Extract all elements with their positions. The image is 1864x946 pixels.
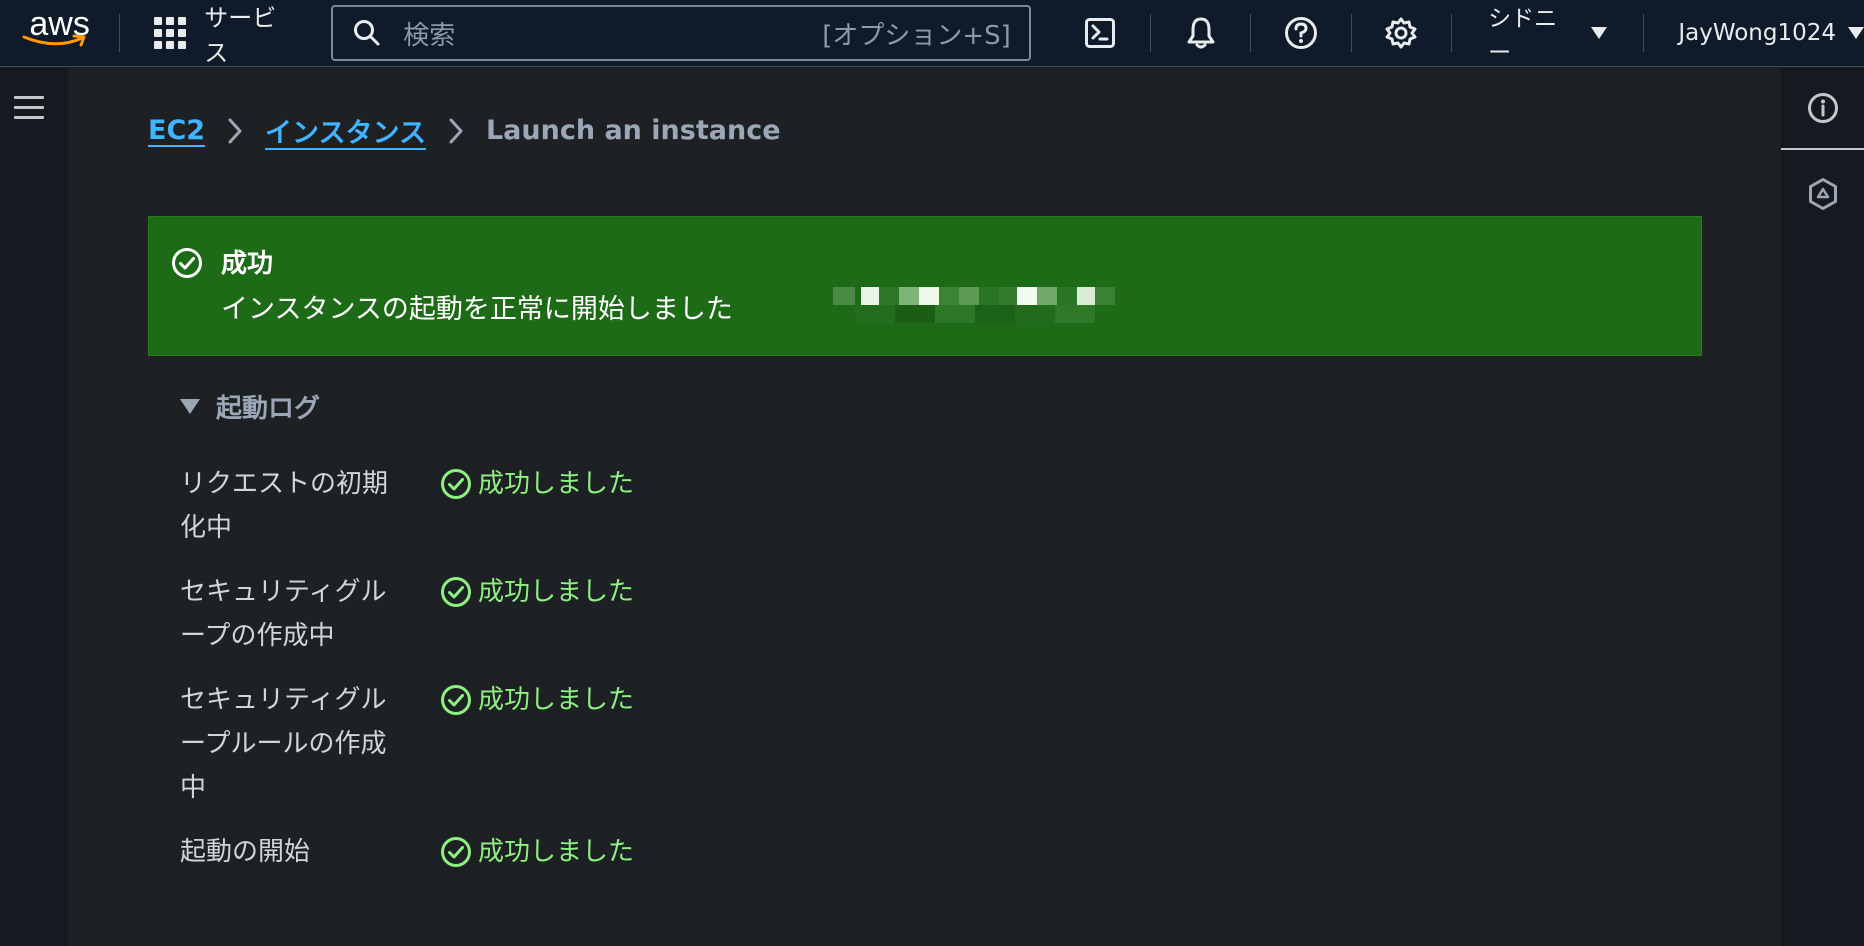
- chevron-right-icon: [448, 117, 464, 145]
- launch-log-title: 起動ログ: [216, 394, 321, 424]
- success-check-icon: [171, 247, 203, 283]
- search-shortcut-hint: [オプション+S]: [822, 20, 1011, 51]
- cloudshell-icon: [1085, 18, 1116, 48]
- chevron-right-icon: [227, 117, 243, 145]
- log-entry-status: 成功しました: [440, 570, 634, 614]
- flash-title: 成功: [221, 249, 274, 279]
- log-entry-status: 成功しました: [440, 678, 634, 722]
- region-label: シドニー: [1488, 6, 1558, 66]
- top-navigation: aws サービス 検索 [オプション+S] シドニー JayWong1024: [0, 0, 1864, 67]
- breadcrumb-instances-link[interactable]: インスタンス: [265, 111, 426, 150]
- success-check-icon: [441, 837, 471, 867]
- settings-button[interactable]: [1352, 0, 1451, 67]
- breadcrumb-current: Launch an instance: [485, 115, 781, 146]
- success-check-icon: [441, 469, 471, 499]
- user-label: JayWong1024: [1678, 20, 1837, 46]
- bell-icon: [1187, 17, 1215, 49]
- info-icon: [1807, 93, 1838, 123]
- breadcrumb-ec2-link[interactable]: EC2: [148, 115, 205, 146]
- launch-log-toggle[interactable]: 起動ログ: [180, 388, 320, 425]
- caret-down-icon: [1848, 27, 1864, 39]
- right-tools-rail: [1781, 68, 1864, 946]
- caret-down-icon: [1591, 27, 1608, 39]
- log-entry-label: セキュリティグループの作成中: [180, 577, 387, 651]
- caret-down-icon: [180, 399, 200, 414]
- region-selector[interactable]: シドニー: [1452, 0, 1643, 67]
- launch-log-section: 起動ログ: [180, 388, 320, 425]
- services-grid-icon: [154, 17, 187, 49]
- log-entry-label: リクエストの初期化中: [180, 469, 389, 543]
- flash-message: インスタンスの起動を正常に開始しました: [221, 294, 733, 325]
- notifications-button[interactable]: [1151, 0, 1250, 67]
- log-entry-status: 成功しました: [440, 830, 634, 874]
- search-placeholder: 検索: [403, 20, 456, 51]
- cloudshell-button[interactable]: [1051, 0, 1150, 67]
- hexagon-icon: [1808, 178, 1837, 210]
- log-entry-status-text: 成功しました: [478, 577, 635, 607]
- search-icon: [353, 19, 381, 47]
- aws-logo[interactable]: aws: [0, 0, 119, 67]
- help-icon: [1285, 17, 1318, 49]
- log-entry-status-text: 成功しました: [478, 469, 635, 499]
- breadcrumb: EC2 インスタンス Launch an instance: [148, 111, 781, 150]
- info-panel-button[interactable]: [1781, 68, 1864, 150]
- services-label: サービス: [204, 4, 277, 67]
- user-menu[interactable]: JayWong1024: [1644, 0, 1864, 67]
- log-entry-status-text: 成功しました: [478, 837, 635, 867]
- log-entry-label: 起動の開始: [180, 837, 311, 867]
- gear-icon: [1385, 17, 1417, 49]
- search-input[interactable]: 検索 [オプション+S]: [331, 5, 1031, 61]
- success-check-icon: [441, 685, 471, 715]
- success-flash-banner: 成功 インスタンスの起動を正常に開始しました: [148, 216, 1702, 356]
- success-check-icon: [441, 577, 471, 607]
- help-button[interactable]: [1251, 0, 1350, 67]
- log-entry-status: 成功しました: [440, 462, 634, 506]
- left-navigation-rail: [0, 68, 68, 946]
- log-entry-status-text: 成功しました: [478, 685, 635, 715]
- hamburger-icon[interactable]: [14, 96, 44, 126]
- services-menu-button[interactable]: サービス: [120, 0, 331, 67]
- redacted-instance-id: [833, 283, 1133, 335]
- main-content: EC2 インスタンス Launch an instance 成功 インスタンスの…: [68, 68, 1781, 946]
- resources-panel-button[interactable]: [1781, 164, 1864, 224]
- aws-smile-icon: [22, 34, 86, 46]
- log-entry-label: セキュリティグループルールの作成中: [180, 685, 387, 803]
